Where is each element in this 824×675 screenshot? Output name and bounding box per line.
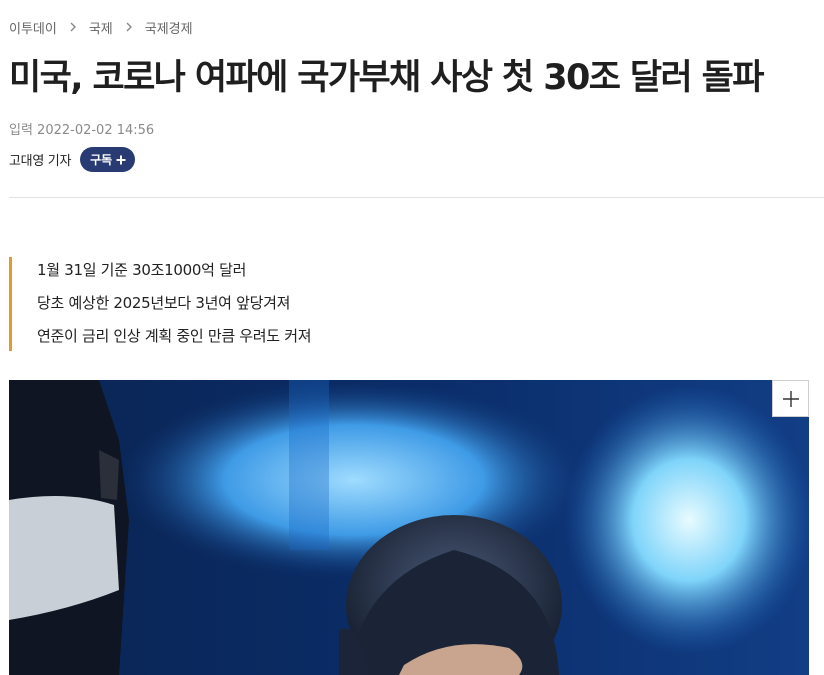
summary-item: 1월 31일 기준 30조1000억 달러 [37, 261, 247, 279]
publish-date: 입력 2022-02-02 14:56 [9, 123, 155, 138]
divider [9, 197, 824, 198]
article-summary: 1월 31일 기준 30조1000억 달러 당초 예상한 2025년보다 3년여… [9, 257, 569, 351]
page-title: 미국, 코로나 여파에 국가부채 사상 첫 30조 달러 돌파 [9, 58, 764, 98]
subscribe-label: 구독 [90, 153, 113, 167]
breadcrumb: 이투데이 국제 국제경제 [9, 17, 193, 37]
subscribe-button[interactable]: 구독 [80, 147, 136, 172]
breadcrumb-item-international-economy[interactable]: 국제경제 [145, 18, 193, 37]
chevron-right-icon [69, 22, 77, 32]
chevron-right-icon [125, 22, 133, 32]
summary-item: 연준이 금리 인상 계획 중인 만큼 우려도 커져 [37, 327, 312, 345]
photo-trader [9, 380, 809, 675]
plus-icon [782, 390, 800, 408]
summary-item: 당초 예상한 2025년보다 3년여 앞당겨져 [37, 294, 291, 312]
author-row: 고대영 기자 구독 [9, 147, 136, 172]
expand-photo-button[interactable] [772, 380, 809, 417]
article-photo[interactable] [9, 380, 809, 675]
breadcrumb-item-international[interactable]: 국제 [89, 18, 113, 37]
plus-icon [116, 155, 126, 165]
author-name[interactable]: 고대영 기자 [9, 150, 71, 169]
breadcrumb-item-home[interactable]: 이투데이 [9, 18, 57, 37]
